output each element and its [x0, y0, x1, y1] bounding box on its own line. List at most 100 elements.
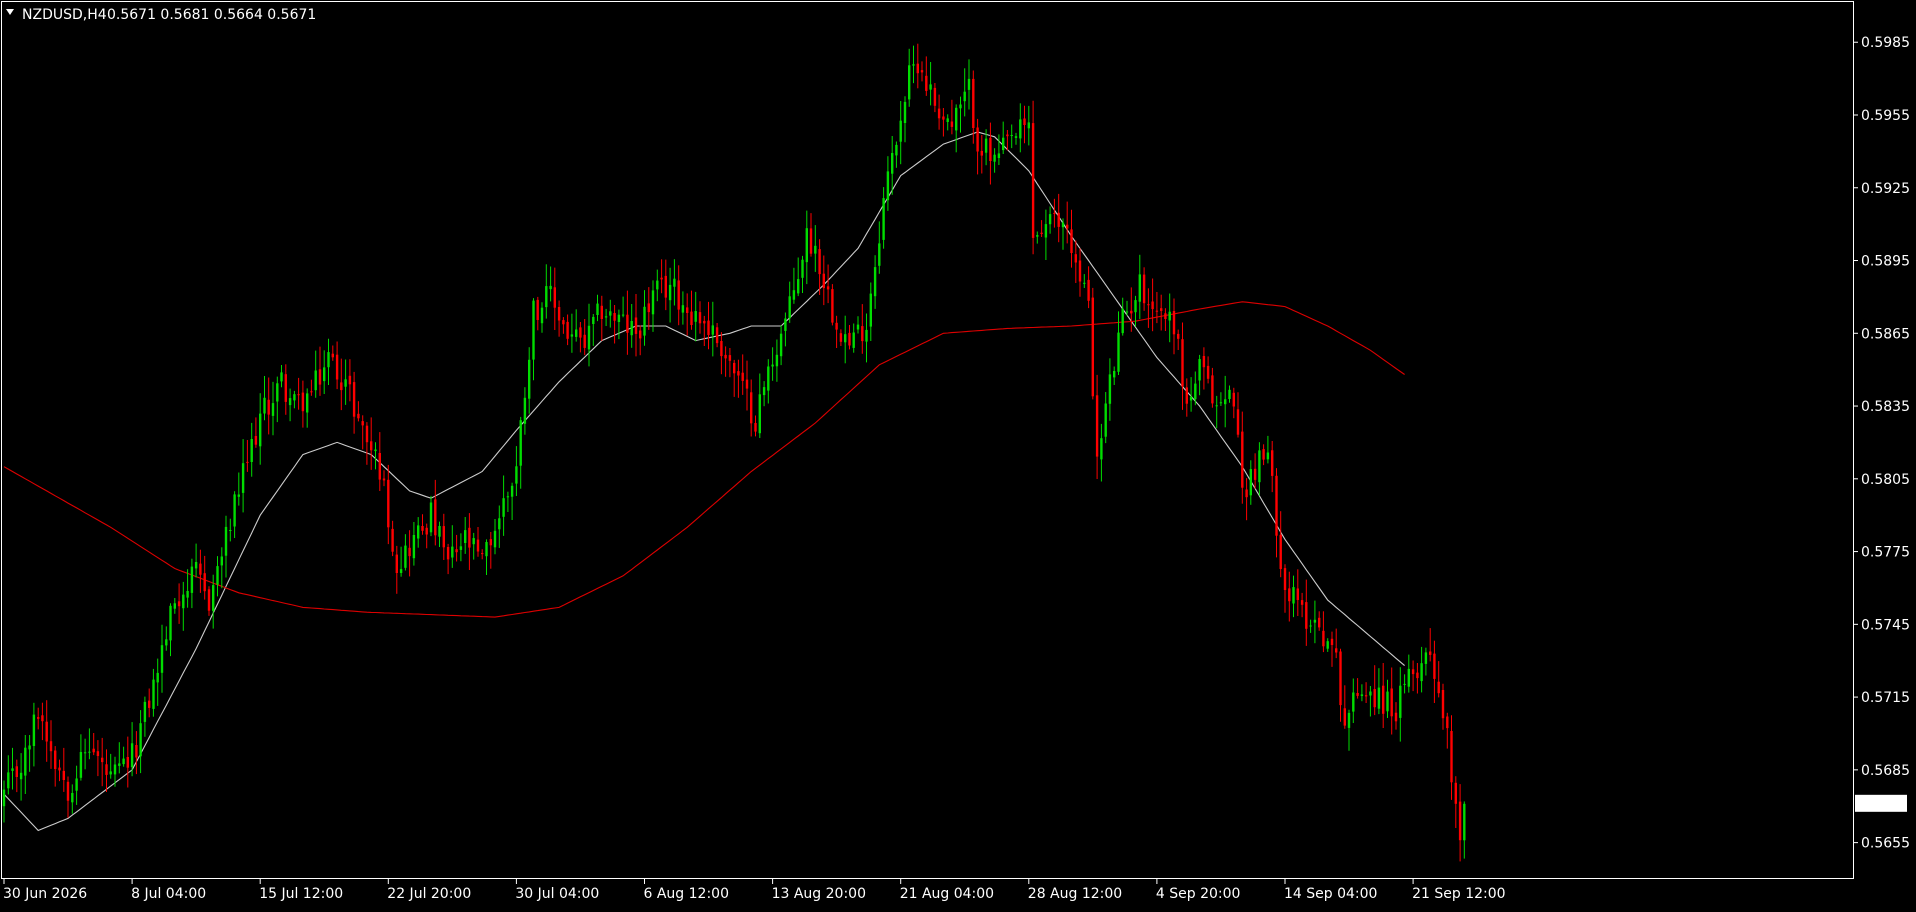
candle-body [792, 290, 796, 300]
candle-body [113, 764, 117, 775]
candle-body [1010, 135, 1013, 136]
candle-body [1061, 222, 1065, 228]
candle-body [681, 305, 685, 313]
candle-body [784, 318, 787, 331]
candle-body [562, 320, 565, 325]
candle-body [536, 299, 539, 320]
candle-body [1066, 224, 1069, 229]
x-tick-label: 6 Aug 12:00 [644, 886, 730, 902]
candle-body [929, 84, 932, 90]
candle-body [1228, 389, 1231, 399]
candle-body [71, 793, 74, 803]
candle-body [668, 284, 672, 301]
candle-body [489, 539, 492, 546]
candle-body [1390, 688, 1393, 717]
candle-body [1360, 694, 1364, 696]
y-tick-label: 0.5865 [1861, 326, 1910, 342]
candle-body [647, 303, 650, 313]
candle-body [1352, 692, 1355, 712]
candle-body [241, 463, 245, 493]
candle-body [1087, 279, 1090, 301]
candle-body [912, 64, 915, 66]
candle-body [301, 392, 305, 412]
candle-body [1189, 396, 1193, 401]
candle-body [609, 311, 612, 316]
candle-body [1138, 274, 1141, 302]
candle-body [485, 542, 488, 557]
candle-body [408, 547, 411, 557]
candle-body [327, 352, 330, 368]
candle-body [276, 383, 279, 402]
candle-body [1382, 685, 1385, 714]
candle-body [1023, 118, 1026, 125]
candle-body [775, 354, 779, 367]
candle-body [925, 75, 928, 91]
x-tick-label: 14 Sep 04:00 [1284, 886, 1377, 902]
candle-body [1339, 651, 1342, 706]
candle-body [1296, 588, 1299, 600]
candle-body [1266, 452, 1270, 460]
candle-body [865, 329, 868, 342]
candle-body [15, 766, 18, 777]
candle-body [814, 245, 817, 254]
candle-body [429, 502, 433, 533]
candle-body [472, 538, 475, 545]
candle-body [502, 498, 505, 517]
candle-body [617, 314, 621, 322]
candle-body [1305, 602, 1308, 629]
candle-body [1027, 122, 1030, 129]
candle-body [105, 764, 108, 775]
candle-body [152, 679, 155, 709]
candle-body [224, 526, 228, 556]
candle-body [1313, 619, 1317, 623]
candle-body [395, 554, 398, 573]
candle-body [1168, 311, 1171, 321]
candle-body [1194, 383, 1197, 400]
candle-body [754, 423, 757, 432]
y-tick-label: 0.5835 [1861, 399, 1910, 415]
candle-body [767, 366, 770, 391]
candle-body [203, 573, 206, 592]
candle-body [540, 307, 544, 324]
candle-body [109, 771, 112, 775]
price-chart[interactable]: 0.5985 0.5955 0.5925 0.5895 0.5865 0.5835 0.58… [0, 0, 1916, 907]
candle-body [476, 539, 480, 552]
candle-body [587, 325, 591, 350]
candle-body [1185, 387, 1188, 404]
candle [831, 284, 834, 326]
candle-body [933, 87, 937, 106]
candle-body [318, 369, 322, 385]
candle-body [1108, 374, 1112, 404]
candle-body [643, 306, 646, 336]
candle-body [267, 399, 270, 415]
candle-body [438, 526, 441, 537]
candle-body [1356, 693, 1359, 696]
candle-body [331, 353, 334, 358]
candle-body [122, 758, 125, 765]
candle-body [673, 278, 676, 287]
candle-body [425, 527, 428, 535]
candle-body [920, 70, 924, 73]
y-tick-label: 0.5925 [1861, 181, 1910, 197]
candle-body [886, 171, 890, 201]
candle-body [1219, 402, 1223, 404]
candle-body [993, 154, 996, 162]
x-tick-label: 21 Aug 04:00 [900, 886, 994, 902]
candle-body [220, 556, 223, 566]
candle-body [156, 672, 159, 683]
candle-body [711, 325, 714, 335]
candle-body [139, 723, 142, 757]
candle-body [446, 547, 450, 560]
candle-body [1155, 310, 1159, 312]
candle-body [412, 535, 416, 559]
candle-body [613, 313, 616, 321]
candle-body [1083, 282, 1086, 284]
candle-body [626, 314, 629, 333]
candle-body [182, 594, 185, 609]
candle-body [45, 721, 48, 742]
candle-body [1309, 625, 1312, 627]
candle-body [451, 546, 454, 558]
candle-body [1095, 395, 1099, 457]
candle-body [519, 420, 522, 466]
chart-canvas[interactable]: 0.5985 0.5955 0.5925 0.5895 0.5865 0.5835 0.58… [0, 0, 1916, 907]
